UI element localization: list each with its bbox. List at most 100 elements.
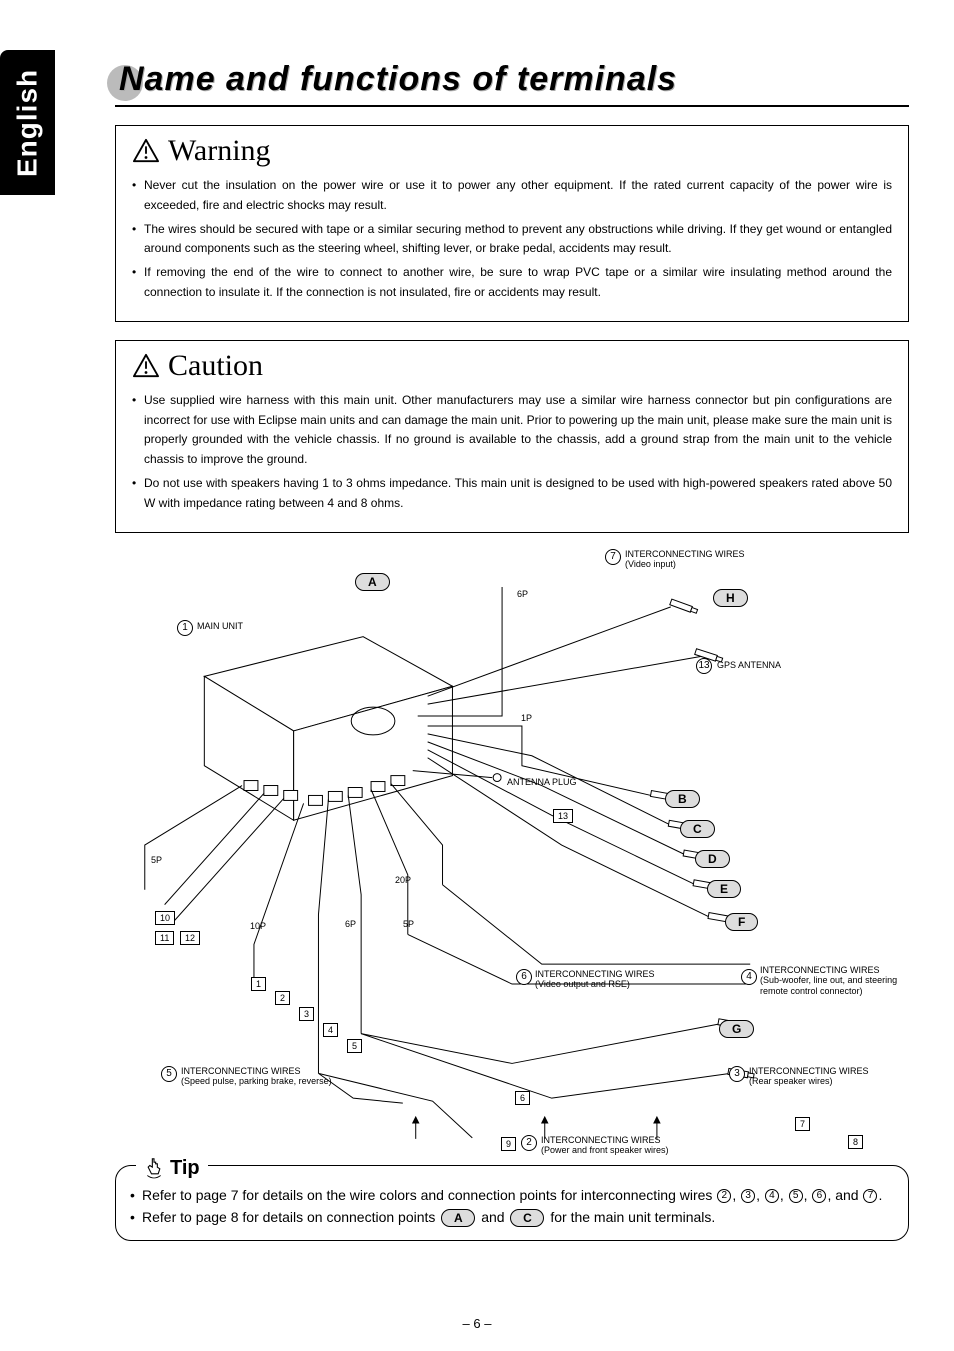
caution-item: Use supplied wire harness with this main… [132, 391, 892, 470]
callout-5: 5 [161, 1066, 177, 1082]
box-1: 1 [251, 977, 266, 991]
box-9: 9 [501, 1137, 516, 1151]
warning-header: Warning [132, 134, 892, 168]
box-10: 10 [155, 911, 175, 925]
terminal-pill-b: B [665, 790, 700, 808]
tip2-pre: Refer to page 8 for details on connectio… [142, 1209, 439, 1225]
page-number: – 6 – [0, 1316, 954, 1331]
language-tab: English [0, 50, 55, 195]
callout-6: 6 [516, 969, 532, 985]
label-ic4-title: INTERCONNECTING WIRES [760, 965, 880, 975]
terminal-pill-a: A [355, 573, 390, 591]
warning-icon [132, 138, 160, 164]
wiring-diagram: A H B C D E F G 1 7 13 6 4 5 3 2 10 11 1… [115, 545, 909, 1165]
label-ic4-sub: (Sub-woofer, line out, and steering remo… [760, 975, 897, 996]
terminal-pill-g: G [719, 1020, 754, 1038]
label-ic6-title: INTERCONNECTING WIRES [535, 969, 655, 979]
port-6p-bot: 6P [345, 919, 356, 930]
sep: , [780, 1187, 788, 1203]
label-ic7-title: INTERCONNECTING WIRES [625, 549, 745, 559]
tip-box: Tip Refer to page 7 for details on the w… [115, 1165, 909, 1242]
terminal-pill-d: D [695, 850, 730, 868]
box-11: 11 [155, 931, 174, 945]
label-main-unit: MAIN UNIT [197, 621, 243, 632]
callout-3: 3 [729, 1066, 745, 1082]
terminal-pill-h: H [713, 589, 748, 607]
callout-2: 2 [521, 1135, 537, 1151]
title-rule [115, 105, 909, 107]
tip1-pre: Refer to page 7 for details on the wire … [142, 1187, 716, 1203]
box-5: 5 [347, 1039, 362, 1053]
sep: , [732, 1187, 740, 1203]
circled-4: 4 [765, 1189, 779, 1203]
terminal-pill-c: C [680, 820, 715, 838]
label-ic4: INTERCONNECTING WIRES (Sub-woofer, line … [760, 965, 910, 997]
tip-item-1: Refer to page 7 for details on the wire … [130, 1184, 894, 1206]
caution-box: Caution Use supplied wire harness with t… [115, 340, 909, 533]
port-20p: 20P [395, 875, 411, 886]
circled-6: 6 [812, 1189, 826, 1203]
page: English Name and functions of terminals … [0, 0, 954, 1351]
label-ic5-title: INTERCONNECTING WIRES [181, 1066, 301, 1076]
pill-a-inline: A [441, 1209, 475, 1227]
caution-icon [132, 353, 160, 379]
box-7: 7 [795, 1117, 810, 1131]
warning-heading: Warning [168, 134, 271, 168]
label-ic3-sub: (Rear speaker wires) [749, 1076, 833, 1086]
page-title: Name and functions of terminals [115, 60, 909, 99]
tip2-mid: and [481, 1209, 508, 1225]
circled-3: 3 [741, 1189, 755, 1203]
callout-1: 1 [177, 620, 193, 636]
label-antenna-plug: ANTENNA PLUG [507, 777, 577, 788]
tip2-post: for the main unit terminals. [550, 1209, 715, 1225]
label-ic7-sub: (Video input) [625, 559, 676, 569]
title-block: Name and functions of terminals [115, 60, 909, 107]
box-2: 2 [275, 991, 290, 1005]
box-13: 13 [553, 809, 573, 823]
terminal-pill-e: E [707, 880, 741, 898]
caution-heading: Caution [168, 349, 263, 383]
warning-box: Warning Never cut the insulation on the … [115, 125, 909, 322]
circled-2: 2 [717, 1189, 731, 1203]
caution-header: Caution [132, 349, 892, 383]
box-8: 8 [848, 1135, 863, 1149]
port-5p-right: 5P [403, 919, 414, 930]
label-ic2-sub: (Power and front speaker wires) [541, 1145, 669, 1155]
label-gps: GPS ANTENNA [717, 660, 781, 671]
terminal-pill-f: F [725, 913, 758, 931]
tip1-post: . [878, 1187, 882, 1203]
sep: , [804, 1187, 812, 1203]
pill-c-inline: C [510, 1209, 544, 1227]
label-ic3: INTERCONNECTING WIRES (Rear speaker wire… [749, 1066, 869, 1088]
port-6p-top: 6P [517, 589, 528, 600]
label-ic2: INTERCONNECTING WIRES (Power and front s… [541, 1135, 669, 1157]
warning-item: If removing the end of the wire to conne… [132, 263, 892, 303]
label-ic5: INTERCONNECTING WIRES (Speed pulse, park… [181, 1066, 332, 1088]
label-ic5-sub: (Speed pulse, parking brake, reverse) [181, 1076, 332, 1086]
label-ic6-sub: (Video output and RSE) [535, 979, 630, 989]
warning-list: Never cut the insulation on the power wi… [132, 176, 892, 303]
circled-5: 5 [789, 1189, 803, 1203]
tip-item-2: Refer to page 8 for details on connectio… [130, 1206, 894, 1228]
box-12: 12 [180, 931, 200, 945]
tip-list: Refer to page 7 for details on the wire … [130, 1184, 894, 1229]
tip-heading: Tip [170, 1152, 200, 1184]
box-4: 4 [323, 1023, 338, 1037]
box-3: 3 [299, 1007, 314, 1021]
port-10p: 10P [250, 921, 266, 932]
callout-4: 4 [741, 969, 757, 985]
caution-list: Use supplied wire harness with this main… [132, 391, 892, 514]
warning-item: The wires should be secured with tape or… [132, 220, 892, 260]
label-ic6: INTERCONNECTING WIRES (Video output and … [535, 969, 655, 991]
port-1p: 1P [521, 713, 532, 724]
label-ic3-title: INTERCONNECTING WIRES [749, 1066, 869, 1076]
and: and [835, 1187, 862, 1203]
label-ic2-title: INTERCONNECTING WIRES [541, 1135, 661, 1145]
warning-item: Never cut the insulation on the power wi… [132, 176, 892, 216]
hand-pointing-icon [144, 1157, 164, 1179]
caution-item: Do not use with speakers having 1 to 3 o… [132, 474, 892, 514]
circled-7: 7 [863, 1189, 877, 1203]
callout-13: 13 [696, 658, 712, 674]
port-5p-left: 5P [151, 855, 162, 866]
label-ic7: INTERCONNECTING WIRES (Video input) [625, 549, 745, 571]
